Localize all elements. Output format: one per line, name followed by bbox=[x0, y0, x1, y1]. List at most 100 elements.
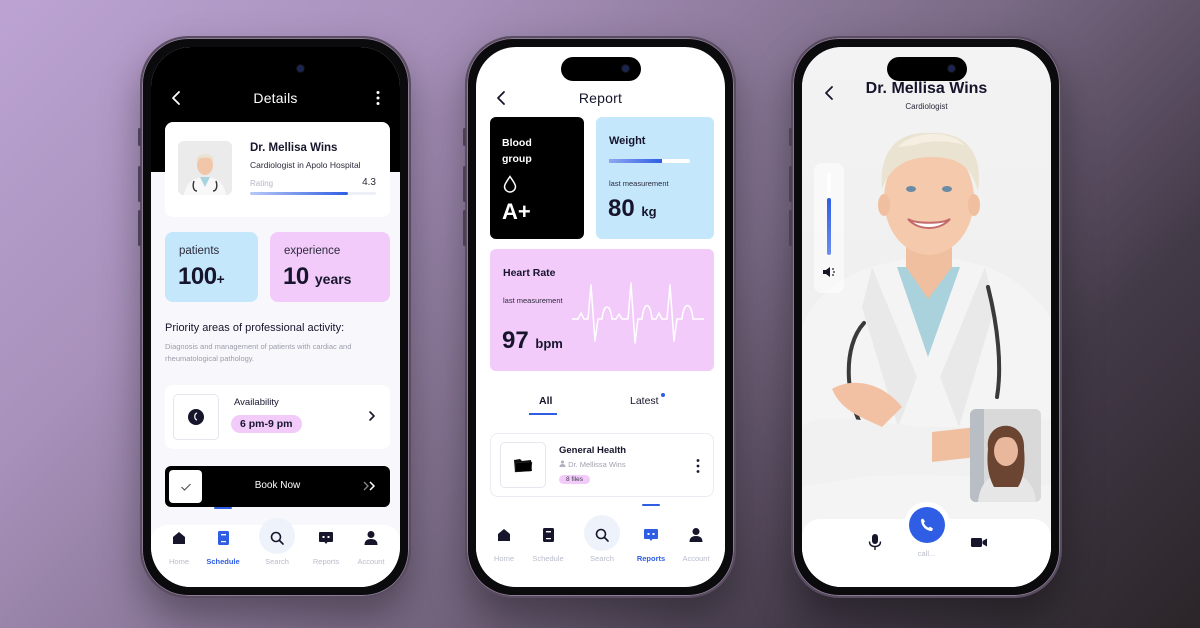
account-icon bbox=[689, 528, 703, 542]
tab-schedule[interactable]: Schedule bbox=[201, 507, 245, 569]
tab-label: Search bbox=[265, 557, 289, 566]
dynamic-island bbox=[560, 57, 641, 81]
volume-track[interactable] bbox=[827, 173, 831, 255]
new-indicator-dot bbox=[660, 393, 665, 397]
chevron-left-icon[interactable] bbox=[167, 88, 187, 108]
side-button bbox=[789, 210, 792, 246]
segment-all[interactable]: All bbox=[529, 395, 557, 415]
stat-label: experience bbox=[284, 245, 341, 257]
folder-icon bbox=[514, 459, 533, 473]
stat-number: 10 bbox=[283, 263, 309, 290]
vertical-dots-icon[interactable] bbox=[368, 88, 388, 108]
weight-subtitle: last measurement bbox=[609, 179, 669, 188]
stat-value: 10 years bbox=[283, 263, 351, 291]
person-icon bbox=[559, 460, 566, 467]
report-header: Report bbox=[476, 83, 725, 113]
weight-title: Weight bbox=[609, 135, 646, 147]
rating-label: Rating bbox=[250, 179, 274, 188]
tab-label: Home bbox=[168, 557, 189, 566]
priority-title: Priority areas of professional activity: bbox=[165, 322, 345, 334]
chevron-right-icon[interactable] bbox=[366, 409, 378, 423]
availability-time: 6 pm-9 pm bbox=[231, 415, 302, 433]
tab-label: Account bbox=[357, 557, 385, 566]
phone-video-call: Dr. Mellisa Wins Cardiologist call... bbox=[789, 36, 1062, 598]
segment-label: Latest bbox=[630, 395, 659, 407]
tab-reports[interactable]: Reports bbox=[629, 504, 673, 566]
video-camera-icon[interactable] bbox=[970, 533, 988, 551]
chevron-left-icon[interactable] bbox=[492, 88, 512, 108]
weight-unit: kg bbox=[641, 204, 657, 219]
tab-search[interactable]: Search bbox=[255, 518, 299, 569]
doctor-specialty: Cardiologist in Apolo Hospital bbox=[250, 160, 361, 170]
phone-icon bbox=[920, 518, 933, 531]
tab-label: Reports bbox=[312, 557, 340, 566]
side-button bbox=[138, 166, 141, 202]
reports-chat-icon bbox=[319, 532, 333, 544]
call-controls: call... bbox=[802, 507, 1051, 587]
home-icon bbox=[173, 532, 185, 544]
active-segment-underline bbox=[529, 413, 557, 415]
tab-account[interactable]: Account bbox=[674, 527, 718, 566]
speaker-icon[interactable] bbox=[822, 265, 837, 279]
active-tab-indicator bbox=[642, 504, 660, 506]
file-card[interactable]: General Health Dr. Mellissa Wins 8 files bbox=[490, 433, 714, 497]
segment-latest[interactable]: Latest bbox=[630, 393, 665, 407]
availability-card[interactable]: Availability 6 pm-9 pm bbox=[165, 385, 390, 449]
volume-slider[interactable] bbox=[814, 163, 844, 293]
tab-search[interactable]: Search bbox=[580, 515, 624, 566]
weight-bar bbox=[609, 159, 690, 163]
chevron-left-icon[interactable] bbox=[820, 83, 840, 103]
weight-card[interactable]: Weight last measurement 80 kg bbox=[596, 117, 714, 239]
call-button[interactable] bbox=[908, 507, 945, 543]
self-video-preview[interactable] bbox=[970, 409, 1041, 502]
stat-card-experience: experience 10 years bbox=[270, 232, 390, 302]
heart-rate-value: 97 bpm bbox=[502, 327, 563, 355]
heart-rate-unit: bpm bbox=[535, 336, 563, 351]
tab-account[interactable]: Account bbox=[349, 530, 393, 569]
file-count-badge: 8 files bbox=[559, 475, 590, 484]
stat-unit: + bbox=[216, 271, 225, 287]
video-call-screen: Dr. Mellisa Wins Cardiologist call... bbox=[802, 47, 1051, 587]
tab-home[interactable]: Home bbox=[157, 530, 201, 569]
vertical-dots-icon[interactable] bbox=[695, 458, 701, 474]
stat-value: 100+ bbox=[178, 263, 225, 291]
tab-label: Home bbox=[493, 554, 514, 563]
folder-icon-box bbox=[500, 442, 546, 488]
reports-chat-icon bbox=[644, 529, 658, 541]
phone-report: Report Blood group A+ Weight last measur… bbox=[463, 36, 736, 598]
patient-video-feed bbox=[970, 409, 1041, 502]
report-screen: Report Blood group A+ Weight last measur… bbox=[476, 47, 725, 587]
blood-group-value: A+ bbox=[502, 199, 531, 224]
blood-group-card[interactable]: Blood group A+ bbox=[490, 117, 584, 239]
tab-bar: Home Schedule Search Reports Account bbox=[476, 504, 725, 584]
tab-label: Schedule bbox=[206, 557, 240, 566]
side-button bbox=[789, 128, 792, 146]
schedule-book-icon bbox=[543, 528, 554, 542]
heart-rate-card[interactable]: Heart Rate last measurement 97 bpm bbox=[490, 249, 714, 371]
tab-label: Reports bbox=[636, 554, 666, 563]
schedule-book-icon bbox=[218, 531, 229, 545]
weight-number: 80 bbox=[608, 195, 635, 222]
file-author-name: Dr. Mellissa Wins bbox=[568, 460, 626, 469]
stat-number: 100 bbox=[178, 263, 217, 290]
availability-icon-box bbox=[173, 394, 219, 440]
heart-rate-number: 97 bbox=[502, 327, 529, 354]
clock-icon bbox=[188, 409, 204, 425]
doctor-card[interactable]: Dr. Mellisa Wins Cardiologist in Apolo H… bbox=[165, 122, 390, 217]
stat-unit: years bbox=[314, 271, 352, 287]
rating-value: 4.3 bbox=[362, 177, 376, 188]
blood-drop-icon bbox=[503, 175, 517, 193]
heart-rate-title: Heart Rate bbox=[503, 267, 556, 279]
book-now-button[interactable]: Book Now bbox=[165, 466, 390, 507]
side-button bbox=[463, 210, 466, 246]
call-status-label: call... bbox=[917, 549, 936, 558]
tab-schedule[interactable]: Schedule bbox=[526, 527, 570, 566]
side-button bbox=[463, 128, 466, 146]
side-button bbox=[789, 166, 792, 202]
ecg-waveform-icon bbox=[572, 282, 704, 344]
tab-reports[interactable]: Reports bbox=[304, 530, 348, 569]
active-tab-indicator bbox=[214, 507, 232, 509]
account-icon bbox=[364, 531, 378, 545]
tab-home[interactable]: Home bbox=[482, 527, 526, 566]
weight-bar-fill bbox=[609, 159, 663, 163]
